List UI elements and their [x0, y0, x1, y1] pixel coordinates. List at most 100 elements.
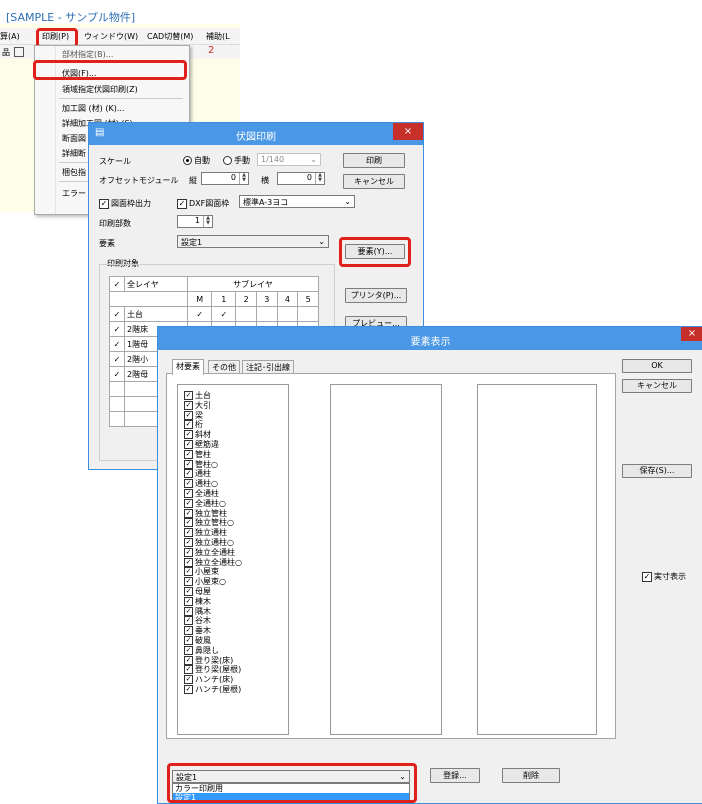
copies-input[interactable]: 1 ▲ ▼ — [177, 215, 213, 228]
list-item[interactable]: ✓ 小屋束○ — [184, 577, 226, 587]
checkbox-icon[interactable]: ✓ — [184, 655, 193, 665]
sub-cell[interactable] — [276, 306, 299, 322]
list-item[interactable]: ✓ 独立管柱 — [184, 508, 227, 518]
list-item[interactable]: ✓ 全通柱○ — [184, 498, 226, 508]
list-item[interactable]: ✓ 小屋束 — [184, 567, 219, 577]
row-check[interactable]: ✓ — [109, 321, 125, 337]
toolbar-square-icon[interactable] — [14, 47, 24, 57]
menu-item-error[interactable]: エラー — [62, 188, 86, 199]
list-item[interactable]: ✓ 谷木 — [184, 616, 211, 626]
list-item[interactable]: ✓ 登り梁(床) — [184, 655, 233, 665]
list-item[interactable]: ✓ 管柱 — [184, 449, 211, 459]
tab-member-elements[interactable]: 材要素 — [172, 359, 204, 375]
sub-check[interactable]: ✓ — [211, 306, 237, 322]
list-item[interactable]: ✓ 鼻隠し — [184, 645, 219, 655]
list-item[interactable]: ✓ 全通柱 — [184, 489, 219, 498]
checkbox-icon[interactable]: ✓ — [184, 489, 193, 498]
checkbox-icon[interactable]: ✓ — [184, 606, 193, 616]
cancel-button[interactable]: キャンセル — [622, 379, 692, 393]
list-item[interactable]: ✓ 垂木 — [184, 626, 211, 636]
menu-item-detail-section[interactable]: 詳細断 — [62, 148, 86, 159]
list-item[interactable]: ✓ 管柱○ — [184, 459, 218, 469]
sub-cell[interactable] — [255, 306, 278, 322]
list-item[interactable]: ✓ 土台 — [184, 391, 211, 400]
list-item[interactable]: ✓ ハンチ(床) — [184, 675, 233, 685]
checkbox-icon[interactable]: ✓ — [184, 587, 193, 596]
element-select[interactable]: 設定1 ⌄ — [177, 235, 329, 248]
menu-item-plan[interactable]: 伏図(F)... — [62, 68, 96, 79]
element-display-close-button[interactable]: × — [681, 327, 702, 341]
list-item[interactable]: ✓ 桁 — [184, 420, 203, 430]
list-item[interactable]: ✓ 独立全通柱○ — [184, 557, 242, 567]
horizontal-spinner[interactable]: ▲ ▼ — [315, 173, 324, 184]
checkbox-icon[interactable]: ✓ — [184, 469, 193, 479]
checkbox-icon[interactable]: ✓ — [184, 459, 193, 469]
checkbox-icon[interactable]: ✓ — [184, 440, 193, 449]
list-item[interactable]: ✓ 通柱 — [184, 469, 211, 479]
list-item[interactable]: ✓ 破風 — [184, 636, 211, 645]
menu-item-packing[interactable]: 梱包指 — [62, 167, 86, 178]
plan-print-close-button[interactable]: × — [393, 123, 423, 140]
actual-size-checkbox[interactable]: ✓ 実寸表示 — [642, 571, 686, 582]
checkbox-icon[interactable]: ✓ — [184, 538, 193, 547]
list-item[interactable]: ✓ 大引 — [184, 400, 211, 410]
list-item[interactable]: ✓ 母屋 — [184, 587, 211, 596]
list-item[interactable]: ✓ 梁 — [184, 410, 203, 420]
dxf-frame-select[interactable]: 標準A-3ヨコ ⌄ — [239, 195, 355, 208]
checkbox-icon[interactable]: ✓ — [184, 528, 193, 538]
menu-item-process-drawing[interactable]: 加工図 (材) (K)... — [62, 103, 124, 114]
horizontal-offset-input[interactable]: 0 ▲ ▼ — [277, 172, 325, 185]
save-button[interactable]: 保存(S)... — [622, 464, 692, 478]
checkbox-icon[interactable]: ✓ — [184, 420, 193, 430]
element-list[interactable]: ✓ 土台 ✓ 大引 ✓ 梁 ✓ 桁 ✓ 斜材 ✓ 壁筋違 ✓ 管柱 ✓ 管柱○ ✓ 通柱 ✓ 通柱○ ✓ 全通柱 ✓ 全通柱○… — [177, 384, 289, 735]
element-list-3[interactable] — [477, 384, 597, 735]
checkbox-icon[interactable]: ✓ — [184, 596, 193, 606]
row-check[interactable]: ✓ — [109, 351, 125, 367]
preset-select[interactable]: 設定1 ⌄ — [172, 770, 410, 783]
list-item[interactable]: ✓ 壁筋違 — [184, 440, 219, 449]
checkbox-icon[interactable]: ✓ — [184, 685, 193, 694]
empty-cell[interactable] — [109, 381, 125, 397]
row-check[interactable]: ✓ — [109, 366, 125, 382]
row-check[interactable]: ✓ — [109, 336, 125, 352]
list-item[interactable]: ✓ 隅木 — [184, 606, 211, 616]
list-item[interactable]: ✓ ハンチ(屋根) — [184, 685, 241, 694]
preset-option-color-print[interactable]: カラー印刷用 — [173, 784, 409, 793]
checkbox-icon[interactable]: ✓ — [184, 645, 193, 655]
element-button[interactable]: 要素(Y)... — [345, 244, 405, 259]
list-item[interactable]: ✓ 独立通柱○ — [184, 538, 234, 547]
row-check[interactable]: ✓ — [109, 306, 125, 322]
checkbox-icon[interactable]: ✓ — [184, 410, 193, 420]
checkbox-icon[interactable]: ✓ — [184, 557, 193, 567]
all-layer-check[interactable]: ✓ — [109, 276, 125, 292]
checkbox-icon[interactable]: ✓ — [184, 626, 193, 636]
checkbox-icon[interactable]: ✓ — [184, 616, 193, 626]
empty-cell[interactable] — [109, 396, 125, 412]
checkbox-icon[interactable]: ✓ — [184, 577, 193, 587]
copies-spinner[interactable]: ▲ ▼ — [203, 216, 212, 227]
list-item[interactable]: ✓ 斜材 — [184, 430, 211, 440]
printer-button[interactable]: プリンタ(P)... — [345, 288, 407, 303]
cancel-button[interactable]: キャンセル — [343, 174, 405, 189]
checkbox-icon[interactable]: ✓ — [184, 665, 193, 675]
vertical-spinner[interactable]: ▲ ▼ — [239, 173, 248, 184]
checkbox-icon[interactable]: ✓ — [184, 400, 193, 410]
checkbox-icon[interactable]: ✓ — [184, 449, 193, 459]
menu-item-section[interactable]: 断面図 — [62, 133, 86, 144]
preset-option-setting1[interactable]: 設定1 — [173, 793, 409, 802]
ok-button[interactable]: OK — [622, 359, 692, 373]
menu-print[interactable]: 印刷(P) — [42, 31, 69, 42]
element-list-2[interactable] — [330, 384, 442, 735]
checkbox-icon[interactable]: ✓ — [184, 498, 193, 508]
list-item[interactable]: ✓ 独立通柱 — [184, 528, 227, 538]
checkbox-icon[interactable]: ✓ — [184, 567, 193, 577]
checkbox-icon[interactable]: ✓ — [184, 479, 193, 489]
dxf-frame-checkbox[interactable]: ✓ DXF図面枠 — [177, 198, 229, 209]
checkbox-icon[interactable]: ✓ — [184, 430, 193, 440]
list-item[interactable]: ✓ 登り梁(屋根) — [184, 665, 241, 675]
menu-cad-switch[interactable]: CAD切替(M) — [147, 31, 193, 42]
scale-auto-radio[interactable]: 自動 — [183, 155, 210, 166]
sub-cell[interactable] — [297, 306, 319, 322]
menu-item-member-specify[interactable]: 部材指定(B)... — [62, 49, 113, 60]
menu-calc[interactable]: 算(A) — [0, 31, 20, 42]
